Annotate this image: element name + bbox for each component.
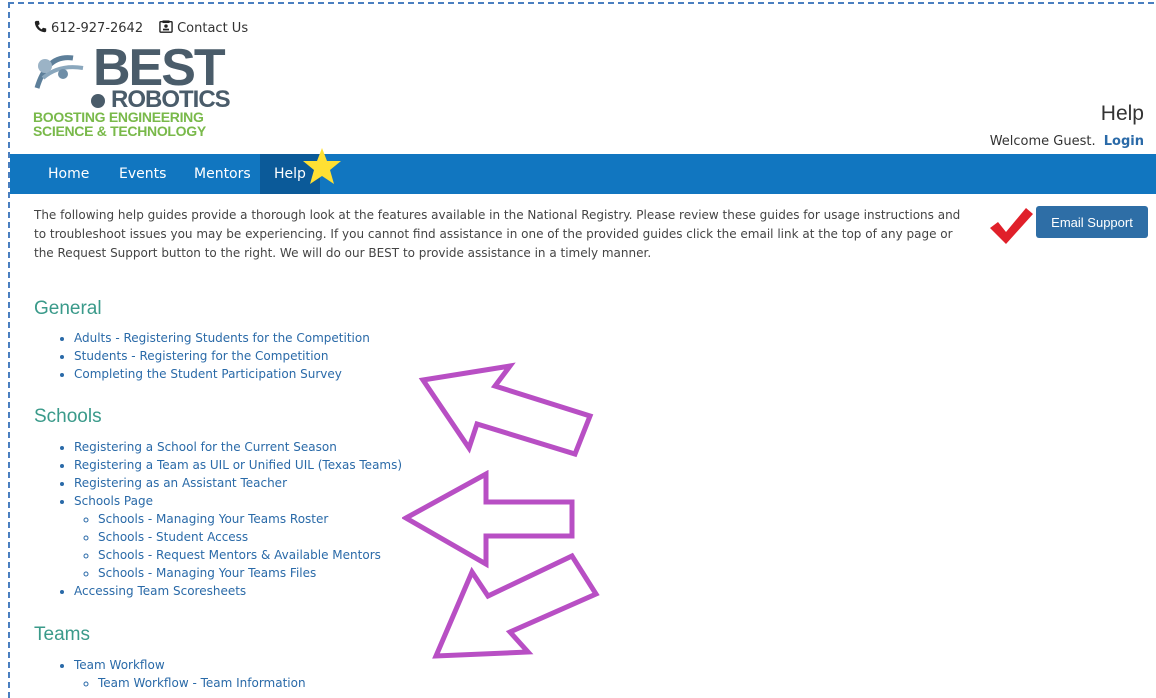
help-link[interactable]: Team Workflow - Team Information [98, 676, 306, 690]
section-title-schools: Schools [34, 406, 102, 427]
contact-card-icon [159, 20, 173, 37]
list-item: Team Workflow Team Workflow - Team Infor… [74, 656, 306, 692]
main-nav: Home Events Mentors Help [10, 154, 1156, 194]
help-link[interactable]: Schools - Managing Your Teams Roster [98, 512, 328, 526]
list-item: Registering as an Assistant Teacher [74, 474, 402, 492]
contact-us-link[interactable]: Contact Us [159, 20, 248, 37]
email-support-button[interactable]: Email Support [1036, 206, 1148, 238]
page-title: Help [1100, 102, 1144, 125]
help-link[interactable]: Registering a Team as UIL or Unified UIL… [74, 458, 402, 472]
welcome-text: Welcome Guest. [989, 134, 1096, 149]
teams-links-list: Team Workflow Team Workflow - Team Infor… [52, 656, 306, 692]
list-item: Registering a Team as UIL or Unified UIL… [74, 456, 402, 474]
help-link[interactable]: Completing the Student Participation Sur… [74, 367, 342, 381]
robot-arm-graphic [34, 55, 84, 89]
arrow-annotation-icon [418, 362, 594, 458]
logo-tagline-1: BOOSTING ENGINEERING [33, 109, 204, 125]
contact-bar: 612-927-2642 Contact Us [34, 20, 248, 37]
list-item: Completing the Student Participation Sur… [74, 365, 370, 383]
section-title-teams: Teams [34, 624, 90, 645]
dashed-frame-left [8, 2, 10, 698]
phone-icon [34, 20, 47, 37]
section-title-general: General [34, 298, 102, 319]
team-workflow-sublist: Team Workflow - Team Information [74, 674, 306, 692]
list-item: Adults - Registering Students for the Co… [74, 329, 370, 347]
list-item: Schools - Managing Your Teams Files [98, 564, 402, 582]
list-item: Schools - Managing Your Teams Roster [98, 510, 402, 528]
help-link[interactable]: Registering a School for the Current Sea… [74, 440, 337, 454]
contact-us-label: Contact Us [177, 21, 249, 36]
help-link[interactable]: Schools - Request Mentors & Available Me… [98, 548, 381, 562]
list-item: Registering a School for the Current Sea… [74, 438, 402, 456]
list-item: Schools Page Schools - Managing Your Tea… [74, 492, 402, 582]
login-link[interactable]: Login [1104, 134, 1144, 149]
help-link[interactable]: Schools - Managing Your Teams Files [98, 566, 316, 580]
list-item: Students - Registering for the Competiti… [74, 347, 370, 365]
help-link[interactable]: Schools Page [74, 494, 153, 508]
schools-page-sublist: Schools - Managing Your Teams Roster Sch… [74, 510, 402, 582]
checkmark-annotation-icon [990, 208, 1033, 244]
help-link[interactable]: Schools - Student Access [98, 530, 248, 544]
help-link[interactable]: Students - Registering for the Competiti… [74, 349, 328, 363]
welcome-area: Welcome Guest. Login [990, 134, 1144, 149]
dashed-frame-top [8, 2, 1154, 4]
help-link[interactable]: Adults - Registering Students for the Co… [74, 331, 370, 345]
nav-item-events[interactable]: Events [105, 154, 180, 194]
schools-links-list: Registering a School for the Current Sea… [52, 438, 402, 600]
help-link[interactable]: Accessing Team Scoresheets [74, 584, 246, 598]
list-item: Schools - Request Mentors & Available Me… [98, 546, 402, 564]
list-item: Team Workflow - Team Information [98, 674, 306, 692]
best-robotics-logo[interactable]: BEST ROBOTICS BOOSTING ENGINEERING SCIEN… [33, 42, 231, 140]
arrow-annotation-icon [432, 552, 600, 659]
phone-number[interactable]: 612-927-2642 [51, 21, 143, 36]
general-links-list: Adults - Registering Students for the Co… [52, 329, 370, 383]
help-link[interactable]: Registering as an Assistant Teacher [74, 476, 287, 490]
logo-tagline-2: SCIENCE & TECHNOLOGY [33, 123, 206, 139]
intro-paragraph: The following help guides provide a thor… [34, 208, 961, 260]
help-link[interactable]: Team Workflow [74, 658, 165, 672]
nav-item-home[interactable]: Home [34, 154, 103, 194]
star-annotation-icon [303, 148, 341, 184]
list-item: Accessing Team Scoresheets [74, 582, 402, 600]
list-item: Schools - Student Access [98, 528, 402, 546]
nav-item-mentors[interactable]: Mentors [180, 154, 265, 194]
